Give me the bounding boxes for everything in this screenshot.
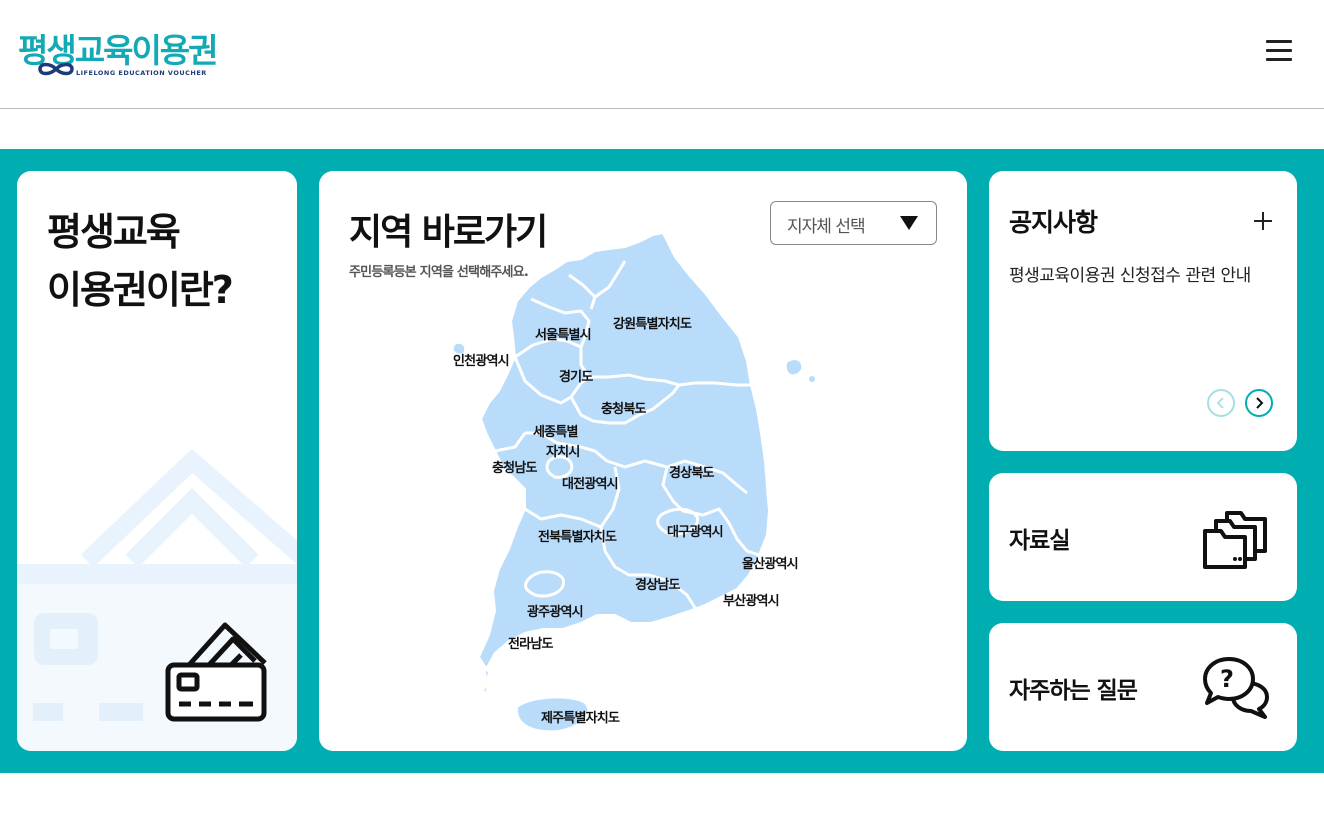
site-header: 평생교육이용권 LIFELONG EDUCATION VOUCHER <box>0 0 1324 109</box>
region-label-busan[interactable]: 부산광역시 <box>723 593 780 609</box>
region-label-ulsan[interactable]: 울산광역시 <box>742 556 799 572</box>
notice-card: 공지사항 평생교육이용권 신청접수 관련 안내 <box>989 171 1297 451</box>
region-select-dropdown[interactable]: 지자체 선택 <box>770 201 937 245</box>
question-chat-icon: ? <box>1203 657 1269 719</box>
region-label-gyeongnam[interactable]: 경상남도 <box>635 577 681 593</box>
logo-subtext: LIFELONG EDUCATION VOUCHER <box>76 69 207 77</box>
region-label-incheon[interactable]: 인천광역시 <box>453 353 510 369</box>
logo[interactable]: 평생교육이용권 LIFELONG EDUCATION VOUCHER <box>16 26 219 80</box>
svg-text:?: ? <box>1220 665 1234 693</box>
notice-title: 공지사항 <box>1009 208 1098 237</box>
region-label-jeonnam[interactable]: 전라남도 <box>508 636 554 652</box>
region-label-daejeon[interactable]: 대전광역시 <box>562 476 619 492</box>
hamburger-menu-icon[interactable] <box>1262 36 1298 66</box>
region-label-seoul[interactable]: 서울특별시 <box>535 327 592 343</box>
region-label-jeju[interactable]: 제주특별자치도 <box>541 710 621 726</box>
logo-loop-icon <box>38 62 74 76</box>
region-label-chungnam[interactable]: 충청남도 <box>492 460 538 476</box>
ulleung-island-shape <box>786 360 802 375</box>
notice-next-button[interactable] <box>1245 389 1273 417</box>
map-title: 지역 바로가기 <box>349 212 548 253</box>
region-label-gyeonggi[interactable]: 경기도 <box>559 369 594 385</box>
region-label-gwangju[interactable]: 광주광역시 <box>527 604 584 620</box>
chevron-right-icon <box>1256 397 1264 409</box>
plus-icon[interactable] <box>1251 209 1275 233</box>
region-label-daegu[interactable]: 대구광역시 <box>667 524 724 540</box>
notice-prev-button[interactable] <box>1207 389 1235 417</box>
faq-card[interactable]: 자주하는 질문 ? <box>989 623 1297 751</box>
archive-card[interactable]: 자료실 <box>989 473 1297 601</box>
notice-item-link[interactable]: 평생교육이용권 신청접수 관련 안내 <box>1009 263 1274 289</box>
folders-icon <box>1203 511 1267 569</box>
intro-title: 평생교육 이용권이란? <box>47 210 234 312</box>
region-select-label: 지자체 선택 <box>787 217 866 237</box>
region-label-chungbuk[interactable]: 충청북도 <box>601 401 647 417</box>
voucher-intro-card[interactable]: 평생교육 이용권이란? <box>17 171 297 751</box>
archive-title: 자료실 <box>1009 528 1070 554</box>
credit-card-icon <box>165 622 267 722</box>
region-label-gangwon[interactable]: 강원특별자치도 <box>613 316 693 332</box>
map-subtitle: 주민등록등본 지역을 선택해주세요. <box>349 265 529 280</box>
region-label-sejong-line2[interactable]: 자치시 <box>546 444 580 460</box>
region-shortcut-card: 서울특별시 강원특별자치도 인천광역시 경기도 충청북도 세종특별 자치시 충청… <box>319 171 967 751</box>
faq-title: 자주하는 질문 <box>1009 678 1138 704</box>
chevron-left-icon <box>1216 397 1224 409</box>
caret-down-icon <box>900 216 918 230</box>
region-label-sejong-line1[interactable]: 세종특별 <box>533 424 579 440</box>
region-label-gyeongbuk[interactable]: 경상북도 <box>669 465 715 481</box>
region-label-jeonbuk[interactable]: 전북특별자치도 <box>538 529 618 545</box>
korea-map: 서울특별시 강원특별자치도 인천광역시 경기도 충청북도 세종특별 자치시 충청… <box>453 231 815 733</box>
